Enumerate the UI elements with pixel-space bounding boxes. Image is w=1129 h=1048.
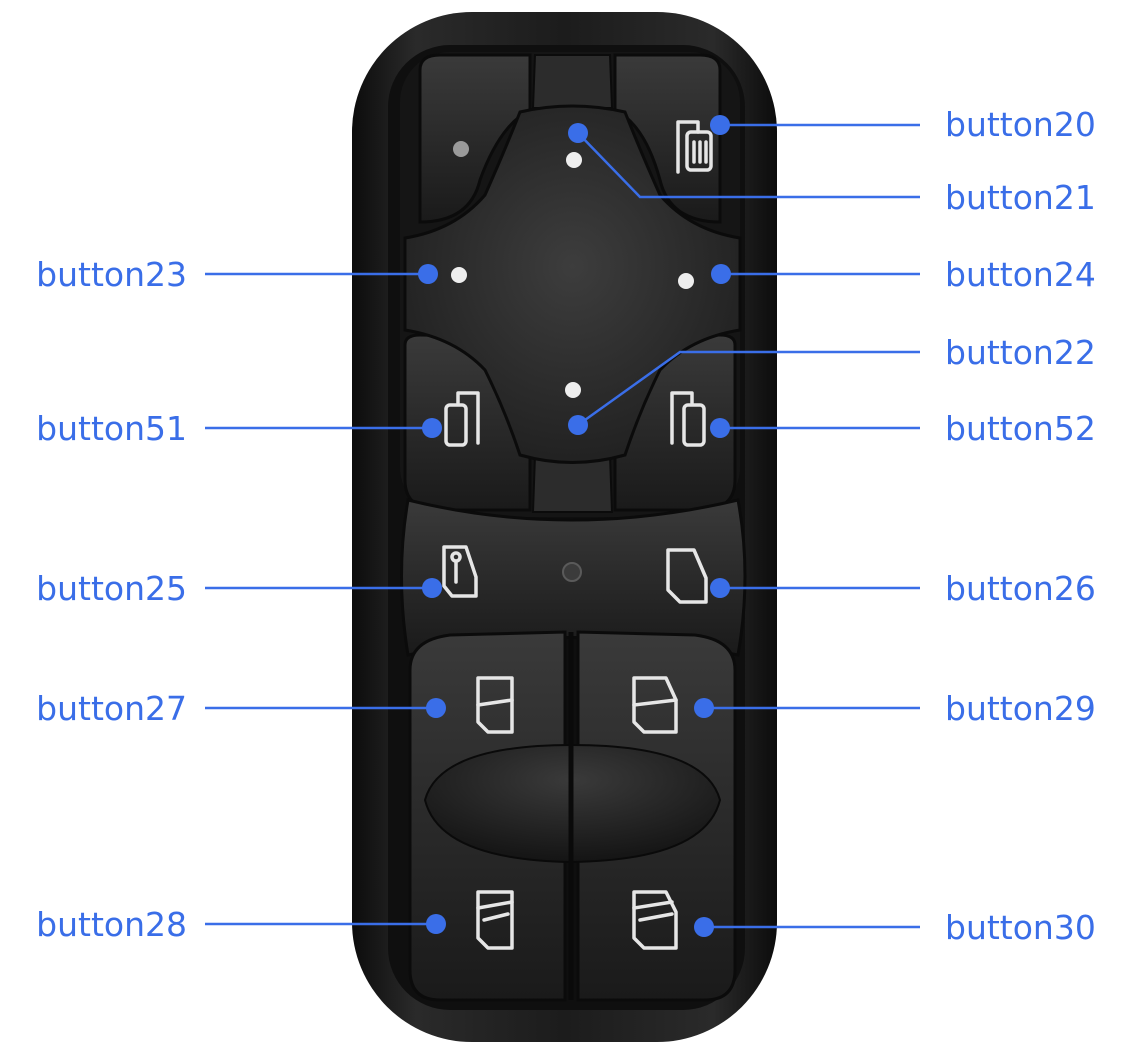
label-button23: button23 <box>36 255 187 294</box>
marker-button52 <box>710 418 730 438</box>
marker-button28 <box>426 914 446 934</box>
label-button24: button24 <box>945 255 1096 294</box>
label-button26: button26 <box>945 569 1096 608</box>
marker-button29 <box>694 698 714 718</box>
label-button22: button22 <box>945 333 1096 372</box>
marker-button23 <box>418 264 438 284</box>
led-button24 <box>678 273 694 289</box>
label-button51: button51 <box>36 409 187 448</box>
label-button25: button25 <box>36 569 187 608</box>
status-led <box>562 562 582 582</box>
led-button23 <box>451 267 467 283</box>
label-button52: button52 <box>945 409 1096 448</box>
marker-button22 <box>568 415 588 435</box>
label-button30: button30 <box>945 908 1096 947</box>
marker-button24 <box>711 264 731 284</box>
marker-button25 <box>422 578 442 598</box>
marker-button26 <box>710 578 730 598</box>
label-button21: button21 <box>945 178 1096 217</box>
marker-button20 <box>710 115 730 135</box>
led-button21 <box>566 152 582 168</box>
switch-panel-diagram: button20 button21 button23 button24 butt… <box>36 12 1096 1042</box>
label-button20: button20 <box>945 105 1096 144</box>
cross-tab-top <box>531 54 614 109</box>
led-button22 <box>565 382 581 398</box>
led-top-left <box>453 141 469 157</box>
label-button27: button27 <box>36 689 187 728</box>
label-button28: button28 <box>36 905 187 944</box>
marker-button51 <box>422 418 442 438</box>
marker-button27 <box>426 698 446 718</box>
marker-button30 <box>694 917 714 937</box>
marker-button21 <box>568 123 588 143</box>
label-button29: button29 <box>945 689 1096 728</box>
